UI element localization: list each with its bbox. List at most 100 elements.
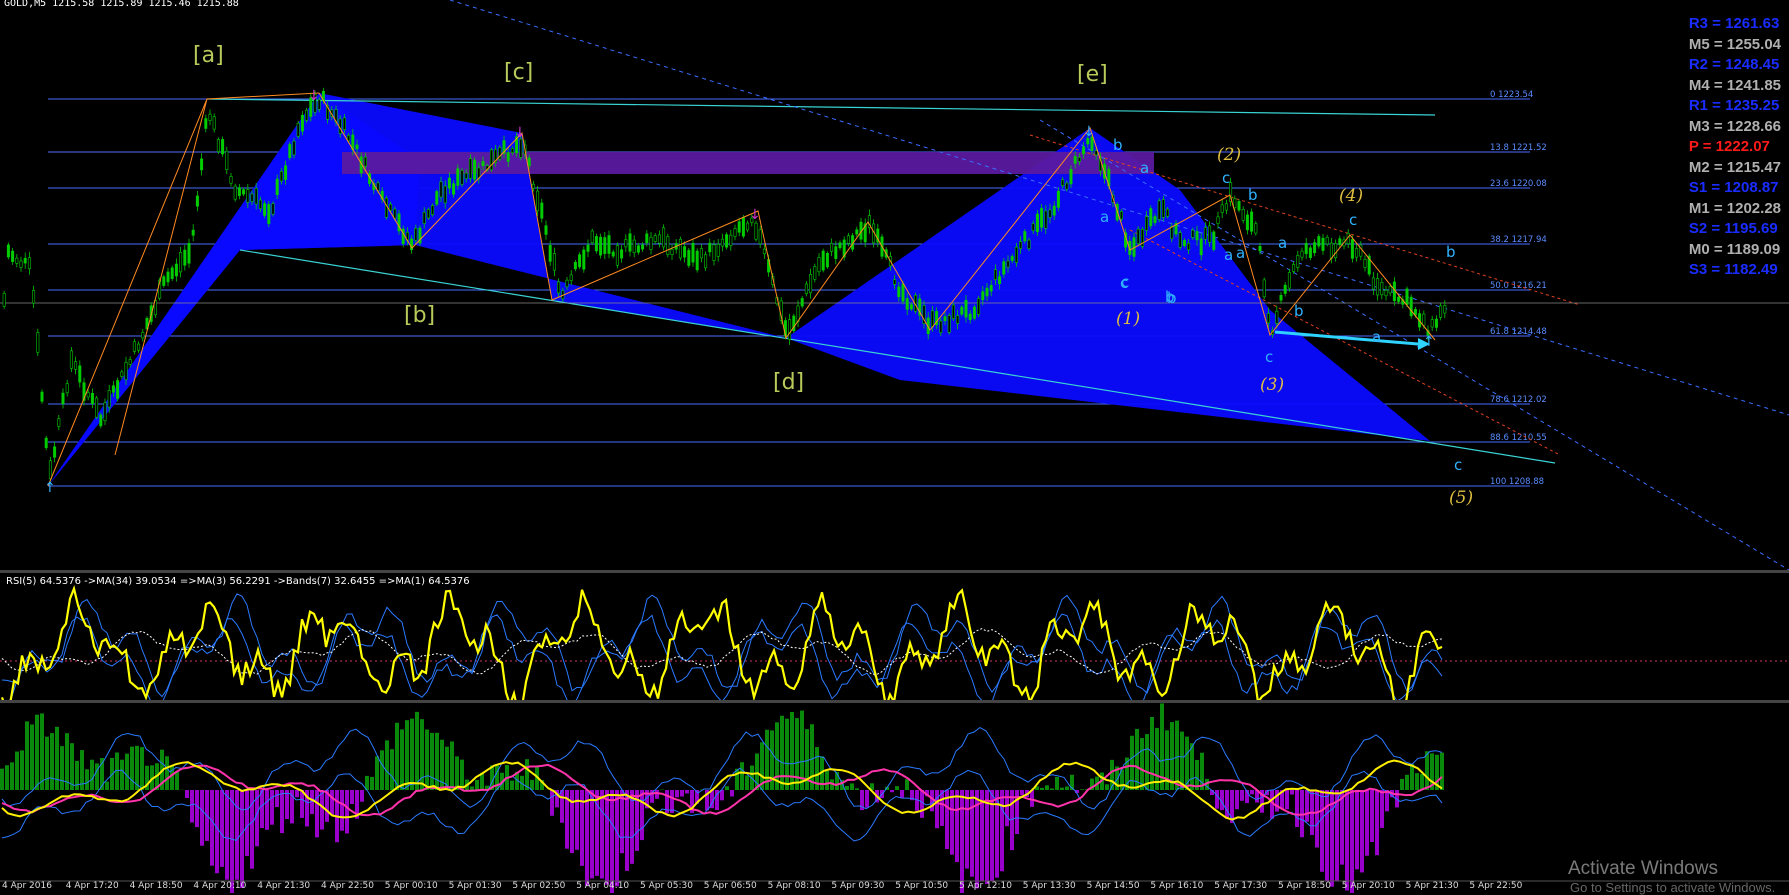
candle-body	[356, 145, 358, 149]
candle-body	[696, 251, 698, 270]
pivot-level-label: M2 = 1215.47	[1689, 158, 1781, 179]
candle-body	[1284, 285, 1286, 293]
histogram-bar-negative	[280, 790, 284, 833]
wave-label-minor: c	[1454, 456, 1462, 474]
candle-body	[1334, 243, 1336, 257]
candle-body	[1007, 261, 1009, 267]
wave-label-impulse: (3)	[1260, 375, 1284, 395]
rsi-panel[interactable]	[0, 573, 1789, 712]
time-axis-label: 5 Apr 01:30	[449, 881, 502, 891]
candle-body	[595, 236, 597, 250]
histogram-bar-negative	[1295, 790, 1299, 827]
histogram-bar-positive	[510, 781, 514, 790]
pivot-level-label: M0 = 1189.09	[1689, 240, 1781, 261]
candle-body	[284, 166, 286, 180]
histogram-bar-positive	[410, 719, 414, 790]
candle-body	[511, 148, 513, 152]
wave-label-minor: c	[1265, 348, 1273, 366]
candle-body	[490, 150, 492, 170]
candle-body	[1200, 239, 1202, 255]
candle-body	[1301, 251, 1303, 257]
histogram-bar-positive	[120, 760, 124, 790]
candle-body	[1137, 229, 1139, 243]
oscillator-panel[interactable]	[0, 703, 1789, 893]
time-axis-label: 5 Apr 13:30	[1023, 881, 1076, 891]
candle-body	[196, 196, 198, 206]
candle-body	[1171, 226, 1173, 238]
candle-body	[297, 123, 299, 136]
candle-body	[192, 230, 194, 235]
candle-body	[188, 243, 190, 263]
candle-body	[1313, 243, 1315, 253]
candle-body	[830, 243, 832, 251]
histogram-bar-positive	[75, 761, 79, 790]
time-axis-label: 5 Apr 20:10	[1342, 881, 1395, 891]
candle-body	[163, 277, 165, 286]
trading-chart[interactable]: 0 1223.5413.8 1221.5223.6 1220.0838.2 12…	[0, 0, 1789, 893]
candle-body	[137, 344, 139, 350]
histogram-bar-positive	[825, 771, 829, 790]
pivot-level-label: M5 = 1255.04	[1689, 35, 1781, 56]
candle-body	[738, 222, 740, 233]
histogram-bar-positive	[460, 760, 464, 790]
candle-body	[415, 228, 417, 240]
histogram-bar-positive	[810, 724, 814, 790]
panel-divider[interactable]	[0, 570, 1789, 573]
histogram-bar-negative	[1250, 790, 1254, 794]
histogram-bar-negative	[1240, 790, 1244, 801]
fibo-level-label: 88.6 1210.55	[1490, 433, 1547, 443]
fibo-level-label: 23.6 1220.08	[1490, 179, 1547, 189]
histogram-bar-negative	[1360, 790, 1364, 872]
candle-body	[230, 176, 232, 183]
candle-body	[431, 205, 433, 214]
candle-body	[100, 415, 102, 426]
candle-body	[1196, 231, 1198, 239]
histogram-bar-negative	[590, 790, 594, 878]
candle-body	[1162, 200, 1164, 218]
histogram-bar-positive	[395, 723, 399, 790]
histogram-bar-negative	[1345, 790, 1349, 891]
candle-body	[662, 228, 664, 247]
candle-body	[1288, 272, 1290, 288]
candle-body	[608, 235, 610, 253]
candle-body	[1292, 264, 1294, 271]
candle-body	[247, 190, 249, 203]
histogram-bar-negative	[195, 790, 199, 827]
candle-body	[1397, 297, 1399, 301]
candle-body	[385, 198, 387, 217]
histogram-bar-positive	[130, 747, 134, 790]
candle-body	[906, 298, 908, 309]
candle-body	[343, 118, 345, 130]
histogram-bar-negative	[1355, 790, 1359, 869]
resistance-zone[interactable]	[342, 152, 1154, 174]
candle-body	[692, 243, 694, 262]
panel-divider[interactable]	[0, 700, 1789, 703]
candle-body	[1221, 205, 1223, 213]
candle-body	[74, 362, 76, 370]
candle-body	[587, 245, 589, 251]
histogram-bar-positive	[400, 729, 404, 790]
candle-body	[1053, 206, 1055, 215]
candle-body	[364, 157, 366, 166]
time-axis[interactable]: 4 Apr 20164 Apr 17:204 Apr 18:504 Apr 20…	[0, 881, 1789, 893]
candle-body	[45, 438, 47, 448]
histogram-bar-negative	[730, 790, 734, 796]
candle-body	[209, 114, 211, 120]
candle-body	[20, 261, 22, 268]
histogram-bar-positive	[60, 746, 64, 790]
histogram-bar-positive	[1405, 775, 1409, 790]
pivot-level-label: M4 = 1241.85	[1689, 76, 1781, 97]
rsi-title: RSI(5) 64.5376 ->MA(34) 39.0534 =>MA(3) …	[6, 576, 470, 587]
histogram-bar-negative	[685, 790, 689, 793]
candle-body	[452, 184, 454, 195]
candle-body	[473, 160, 475, 179]
candle-body	[965, 300, 967, 317]
histogram-bar-positive	[1425, 751, 1429, 790]
candle-body	[1019, 242, 1021, 249]
candle-body	[394, 209, 396, 218]
time-axis-label: 5 Apr 18:50	[1278, 881, 1331, 891]
histogram-bar-positive	[55, 727, 59, 790]
price-panel[interactable]: 0 1223.5413.8 1221.5223.6 1220.0838.2 12…	[0, 0, 1789, 570]
histogram-bar-negative	[1305, 790, 1309, 822]
candle-body	[759, 230, 761, 244]
